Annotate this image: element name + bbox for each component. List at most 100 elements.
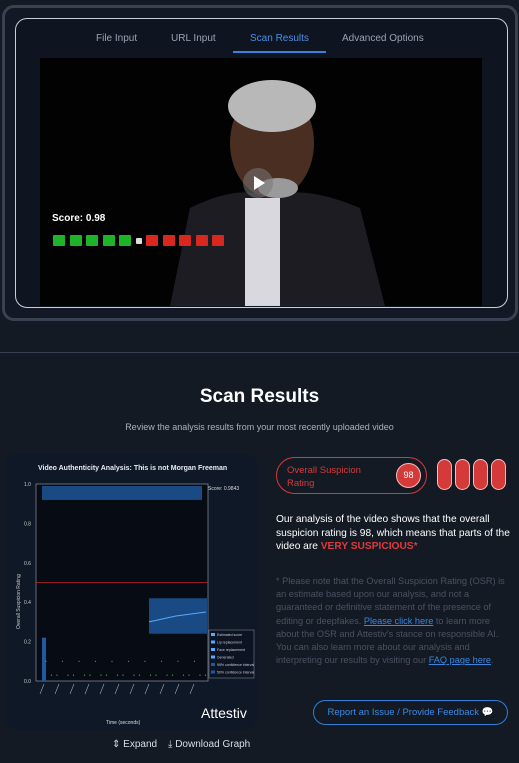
authenticity-chart: Video Authenticity Analysis: This is not… xyxy=(16,465,254,726)
data-point xyxy=(50,674,53,676)
data-point xyxy=(78,660,80,662)
data-point xyxy=(166,674,168,676)
results-title: Scan Results xyxy=(199,386,320,407)
results-subtitle: Review the analysis results from your mo… xyxy=(125,422,394,432)
tab-file-input[interactable]: File Input xyxy=(96,33,137,44)
legend-swatch xyxy=(211,655,215,659)
x-tick xyxy=(129,683,135,695)
data-point xyxy=(204,674,207,676)
legend-swatch xyxy=(211,648,215,651)
x-tick xyxy=(159,683,165,695)
y-tick-label: 0.6 xyxy=(24,561,31,567)
data-point xyxy=(83,674,86,676)
legend-entry: 95% confidence interval xyxy=(217,663,254,667)
x-tick xyxy=(189,683,195,695)
data-point xyxy=(89,674,91,676)
legend-swatch xyxy=(211,640,215,644)
y-axis-label: Overall Suspicion Rating xyxy=(16,574,22,629)
osr-info-link[interactable]: Please click here xyxy=(364,616,433,626)
data-point xyxy=(45,660,47,662)
data-point xyxy=(133,674,135,676)
rating-label: Overall Suspicion Rating xyxy=(287,465,361,489)
data-point xyxy=(193,660,196,662)
expand-icon: ⇕ xyxy=(112,739,124,750)
data-point xyxy=(72,674,75,676)
data-point xyxy=(56,674,58,676)
confidence-band xyxy=(42,637,46,681)
rating-level-bar xyxy=(455,459,470,490)
meter-cell xyxy=(53,235,65,246)
section-divider xyxy=(0,352,519,353)
data-point xyxy=(171,674,174,676)
x-tick xyxy=(84,683,90,695)
meter-cell xyxy=(86,235,98,246)
analysis-summary: Our analysis of the video shows that the… xyxy=(276,513,512,554)
meter-cell xyxy=(195,235,208,246)
data-point xyxy=(127,660,130,662)
active-tab-indicator xyxy=(233,51,326,53)
data-point xyxy=(105,674,108,676)
meter-cell xyxy=(179,235,191,246)
download-label: Download Graph xyxy=(175,739,251,750)
confidence-band xyxy=(42,485,202,500)
note-text: . xyxy=(491,655,494,666)
y-tick-label: 0.8 xyxy=(24,521,31,527)
legend-entry: Generated xyxy=(217,656,234,660)
y-tick-label: 1.0 xyxy=(24,482,31,488)
chart-card: Video Authenticity Analysis: This is not… xyxy=(6,454,257,729)
tab-url-input[interactable]: URL Input xyxy=(171,33,216,44)
chat-icon: 💬 xyxy=(481,706,494,718)
meter-cell xyxy=(102,235,115,246)
attestiv-logo: Attestiv xyxy=(201,705,247,721)
expand-button[interactable]: ⇕ Expand xyxy=(112,739,157,750)
data-point xyxy=(111,660,113,662)
data-point xyxy=(160,660,163,662)
legend-swatch xyxy=(211,633,215,636)
faq-link[interactable]: FAQ page here xyxy=(429,655,491,665)
data-point xyxy=(138,674,141,676)
legend-entry: Face replacement xyxy=(217,648,245,652)
data-point xyxy=(199,674,201,676)
y-tick-label: 0.0 xyxy=(24,679,31,685)
data-point xyxy=(182,674,185,676)
data-point xyxy=(155,674,157,676)
x-axis-label: Time (seconds) xyxy=(106,720,141,726)
legend-swatch xyxy=(211,663,215,666)
verdict: VERY SUSPICIOUS* xyxy=(320,541,418,552)
data-point xyxy=(188,674,190,676)
play-icon[interactable] xyxy=(243,168,273,198)
data-point xyxy=(177,660,179,662)
rating-level-bar xyxy=(437,459,452,490)
tab-advanced-options[interactable]: Advanced Options xyxy=(342,33,424,44)
x-tick xyxy=(144,683,150,695)
meter-cell xyxy=(162,235,175,246)
rating-value: 98 xyxy=(396,463,421,488)
legend-entry: Estimated score xyxy=(217,633,242,637)
data-point xyxy=(149,674,152,676)
tab-scan-results[interactable]: Scan Results xyxy=(250,33,309,44)
y-tick-label: 0.2 xyxy=(24,640,31,646)
data-point xyxy=(122,674,124,676)
meter-cell xyxy=(69,235,82,246)
report-feedback-button[interactable]: Report an Issue / Provide Feedback 💬 xyxy=(313,700,508,725)
data-point xyxy=(61,660,64,662)
suspicion-rating-badge: Overall Suspicion Rating 98 xyxy=(276,457,427,494)
score-box: Score: 0.9843 xyxy=(208,486,239,492)
x-tick xyxy=(39,683,45,695)
data-point xyxy=(100,674,102,676)
data-point xyxy=(116,674,119,676)
rating-level-bar xyxy=(491,459,506,490)
chart-title: Video Authenticity Analysis: This is not… xyxy=(38,465,227,472)
feedback-label: Report an Issue / Provide Feedback xyxy=(327,706,480,718)
data-point xyxy=(94,660,97,662)
osr-disclaimer: * Please note that the Overall Suspicion… xyxy=(276,575,512,667)
download-graph-button[interactable]: ⤓ Download Graph xyxy=(168,739,250,750)
data-point xyxy=(144,660,146,662)
x-tick xyxy=(69,683,75,695)
video-score-label: Score: 0.98 xyxy=(52,213,106,224)
meter-cell xyxy=(212,235,224,246)
x-tick xyxy=(54,683,60,695)
x-tick xyxy=(114,683,120,695)
meter-cell xyxy=(135,238,142,244)
data-point xyxy=(67,674,69,676)
